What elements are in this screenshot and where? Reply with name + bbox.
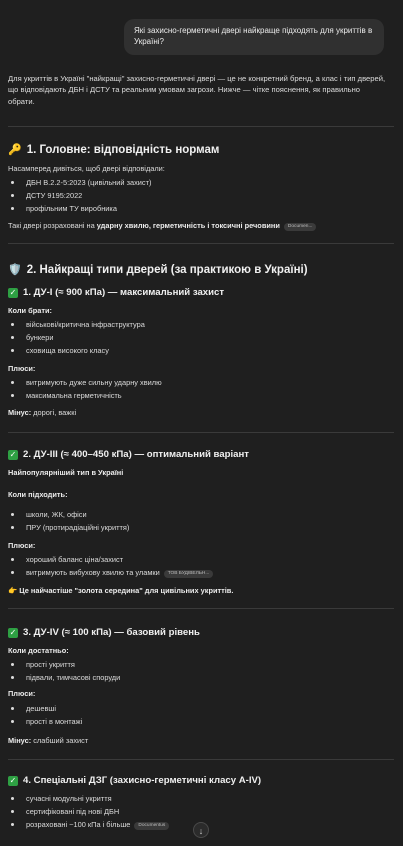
du3-heading: ✓ 2. ДУ-III (≈ 400–450 кПа) — оптимальни… [8,449,249,462]
du4-pros-list: дешевші прості в монтажі [8,704,82,730]
list-item: ДБН В.2.2-5:2023 (цивільний захист) [8,178,151,191]
divider [8,243,394,244]
cons-label: Мінус: [8,736,32,745]
du1-when-list: військові/критична інфраструктура бункер… [8,320,145,359]
du1-when-label: Коли брати: [8,306,52,315]
divider [8,608,394,609]
shield-icon: 🛡️ [8,264,22,277]
divider [8,432,394,433]
du3-pros-list: хороший баланс ціна/захист витримують ви… [8,555,214,581]
list-item: хороший баланс ціна/захист [8,555,213,568]
divider [8,126,394,127]
divider [8,759,394,760]
du4-when-label: Коли достатньо: [8,646,69,655]
du4-when-list: прості укриття підвали, тимчасові споруд… [8,660,120,686]
list-item: витримують вибухову хвилю та уламки ТОВ Б… [8,568,214,581]
item-text: розраховані ~100 кПа і більше [26,820,131,829]
check-icon: ✓ [8,450,18,461]
source-chip[interactable]: ТОВ БУДІВЕЛЬН... [163,570,214,579]
list-item: школи, ЖК, офіси [8,510,129,523]
dzg-heading: ✓ 4. Спеціальні ДЗГ (захисно-герметичні … [8,775,261,788]
user-message-text: Які захисно-герметичні двері найкраще пі… [134,26,373,46]
arrow-down-icon: ↓ [198,826,204,836]
list-item: витримують дуже сильну ударну хвилю [8,378,162,391]
list-item: підвали, тимчасові споруди [8,673,120,686]
section-1-lead: Насамперед дивіться, щоб двері відповіда… [8,164,165,173]
du1-title: 1. ДУ-I (≈ 900 кПа) — максимальний захис… [23,287,225,298]
section-1-list: ДБН В.2.2-5:2023 (цивільний захист) ДСТУ… [8,178,151,217]
section-2-title: 2. Найкращі типи дверей (за практикою в … [26,264,308,276]
du4-heading: ✓ 3. ДУ-IV (≈ 100 кПа) — базовий рівень [8,627,200,640]
source-chip[interactable]: Documentus [134,822,170,831]
dzg-list: сучасні модульні укриття сертифіковані п… [8,794,170,833]
source-chip[interactable]: Documen... [283,223,317,232]
note-bold: ударну хвилю, герметичність і токсичні р… [96,221,280,230]
note-text: Такі двері розраховані на [8,221,97,230]
section-2-heading: 🛡️ 2. Найкращі типи дверей (за практикою… [8,263,308,279]
list-item: сертифіковані під нові ДБН [8,807,169,820]
du4-cons: Мінус: слабший захист [8,736,88,746]
pros-text: витримують вибухову хвилю та уламки [26,568,160,577]
du3-pros-label: Плюси: [8,541,36,550]
key-icon: 🔑 [8,144,22,157]
du3-title: 2. ДУ-III (≈ 400–450 кПа) — оптимальний … [23,449,250,460]
list-item: сховища високого класу [8,346,145,359]
du1-pros-list: витримують дуже сильну ударну хвилю макс… [8,378,162,404]
list-item: дешевші [8,704,82,717]
list-item: ПРУ (протирадіаційні укриття) [8,523,129,536]
cons-label: Мінус: [8,408,32,417]
du3-when-list: школи, ЖК, офіси ПРУ (протирадіаційні ук… [8,510,129,536]
list-item: бункери [8,333,145,346]
user-message-bubble: Які захисно-герметичні двері найкраще пі… [124,19,384,55]
du4-title: 3. ДУ-IV (≈ 100 кПа) — базовий рівень [23,627,200,638]
intro-paragraph: Для укриттів в Україні "найкращі" захисн… [8,74,386,106]
list-item: прості укриття [8,660,120,673]
section-1-note: Такі двері розраховані на ударну хвилю, … [8,221,317,232]
section-1-heading: 🔑 1. Головне: відповідність нормам [8,143,219,159]
section-1-title: 1. Головне: відповідність нормам [26,144,220,156]
list-item: профільним ТУ виробника [8,204,151,217]
check-icon: ✓ [8,776,18,787]
du1-cons: Мінус: дорогі, важкі [8,408,76,418]
du1-heading: ✓ 1. ДУ-I (≈ 900 кПа) — максимальний зах… [8,287,224,300]
list-item: прості в монтажі [8,717,82,730]
list-item: розраховані ~100 кПа і більше Documentus [8,820,170,833]
dzg-title: 4. Спеціальні ДЗГ (захисно-герметичні кл… [23,775,262,786]
du4-pros-label: Плюси: [8,689,36,698]
check-icon: ✓ [8,288,18,299]
check-icon: ✓ [8,628,18,639]
cons-text: дорогі, важкі [31,408,77,417]
scroll-down-button[interactable]: ↓ [193,822,209,838]
list-item: максимальна герметичність [8,391,162,404]
list-item: військові/критична інфраструктура [8,320,145,333]
cons-text: слабший захист [31,736,89,745]
list-item: сучасні модульні укриття [8,794,169,807]
du3-when-label: Коли підходить: [8,490,68,499]
du3-lead: Найпопулярніший тип в Україні [8,468,124,477]
tip-text: Це найчастіше "золота середина" для циві… [19,586,234,595]
du3-tip: 👉 Це найчастіше "золота середина" для ци… [8,586,233,596]
pointing-hand-icon: 👉 [8,586,18,595]
list-item: ДСТУ 9195:2022 [8,191,151,204]
du1-pros-label: Плюси: [8,364,36,373]
